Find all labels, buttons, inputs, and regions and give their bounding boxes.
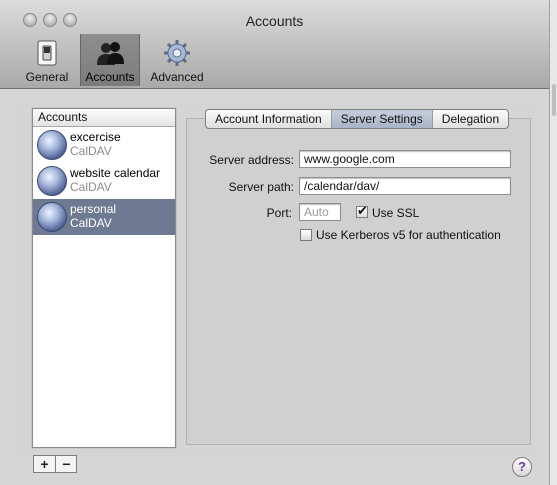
globe-icon xyxy=(37,130,67,160)
account-name: excercise xyxy=(70,130,121,144)
add-remove-control: + − xyxy=(33,455,77,473)
kerberos-label: Use Kerberos v5 for authentication xyxy=(316,228,501,242)
gear-icon xyxy=(164,40,190,66)
server-address-field[interactable]: www.google.com xyxy=(299,150,511,168)
tab-account-information[interactable]: Account Information xyxy=(206,110,332,128)
toolbar-advanced-label: Advanced xyxy=(150,70,204,84)
account-name: personal xyxy=(70,202,117,216)
toolbar-accounts-label: Accounts xyxy=(85,70,135,84)
toolbar-general-label: General xyxy=(25,70,69,84)
remove-account-button[interactable]: − xyxy=(56,456,77,472)
account-type: CalDAV xyxy=(70,216,112,230)
tab-server-settings[interactable]: Server Settings xyxy=(331,110,433,128)
help-button[interactable]: ? xyxy=(512,457,532,477)
add-account-button[interactable]: + xyxy=(34,456,55,472)
window-title: Accounts xyxy=(245,13,304,29)
background-window-scrollbar xyxy=(549,0,557,485)
toolbar-general-button[interactable]: General xyxy=(22,34,72,86)
light-switch-icon xyxy=(37,40,57,66)
account-item-excercise[interactable]: excercise CalDAV xyxy=(33,127,175,163)
tab-bar: Account Information Server Settings Dele… xyxy=(205,109,510,129)
account-type: CalDAV xyxy=(70,144,112,158)
accounts-list[interactable]: Accounts excercise CalDAV website calend… xyxy=(32,108,176,448)
preferences-window: Accounts General Accounts Advanced Accou… xyxy=(0,0,549,485)
account-item-personal[interactable]: personal CalDAV xyxy=(33,199,175,235)
server-path-field[interactable]: /calendar/dav/ xyxy=(299,177,511,195)
account-type: CalDAV xyxy=(70,180,112,194)
use-ssl-label: Use SSL xyxy=(372,206,420,220)
toolbar: Accounts General Accounts Advanced xyxy=(0,0,549,89)
account-item-website-calendar[interactable]: website calendar CalDAV xyxy=(33,163,175,199)
people-icon xyxy=(97,42,124,65)
port-field[interactable]: Auto xyxy=(299,203,341,221)
globe-icon xyxy=(37,166,67,196)
globe-icon xyxy=(37,202,67,232)
toolbar-advanced-button[interactable]: Advanced xyxy=(146,34,208,86)
tab-delegation[interactable]: Delegation xyxy=(433,110,508,128)
server-path-label: Server path: xyxy=(228,180,294,194)
accounts-list-header: Accounts xyxy=(33,109,175,127)
port-label: Port: xyxy=(266,206,292,220)
use-ssl-checkbox[interactable] xyxy=(356,203,368,219)
toolbar-accounts-button[interactable]: Accounts xyxy=(80,34,140,86)
kerberos-checkbox[interactable] xyxy=(300,229,312,241)
server-address-label: Server address: xyxy=(209,153,294,167)
scrollbar-thumb xyxy=(552,84,556,116)
account-name: website calendar xyxy=(70,166,161,180)
